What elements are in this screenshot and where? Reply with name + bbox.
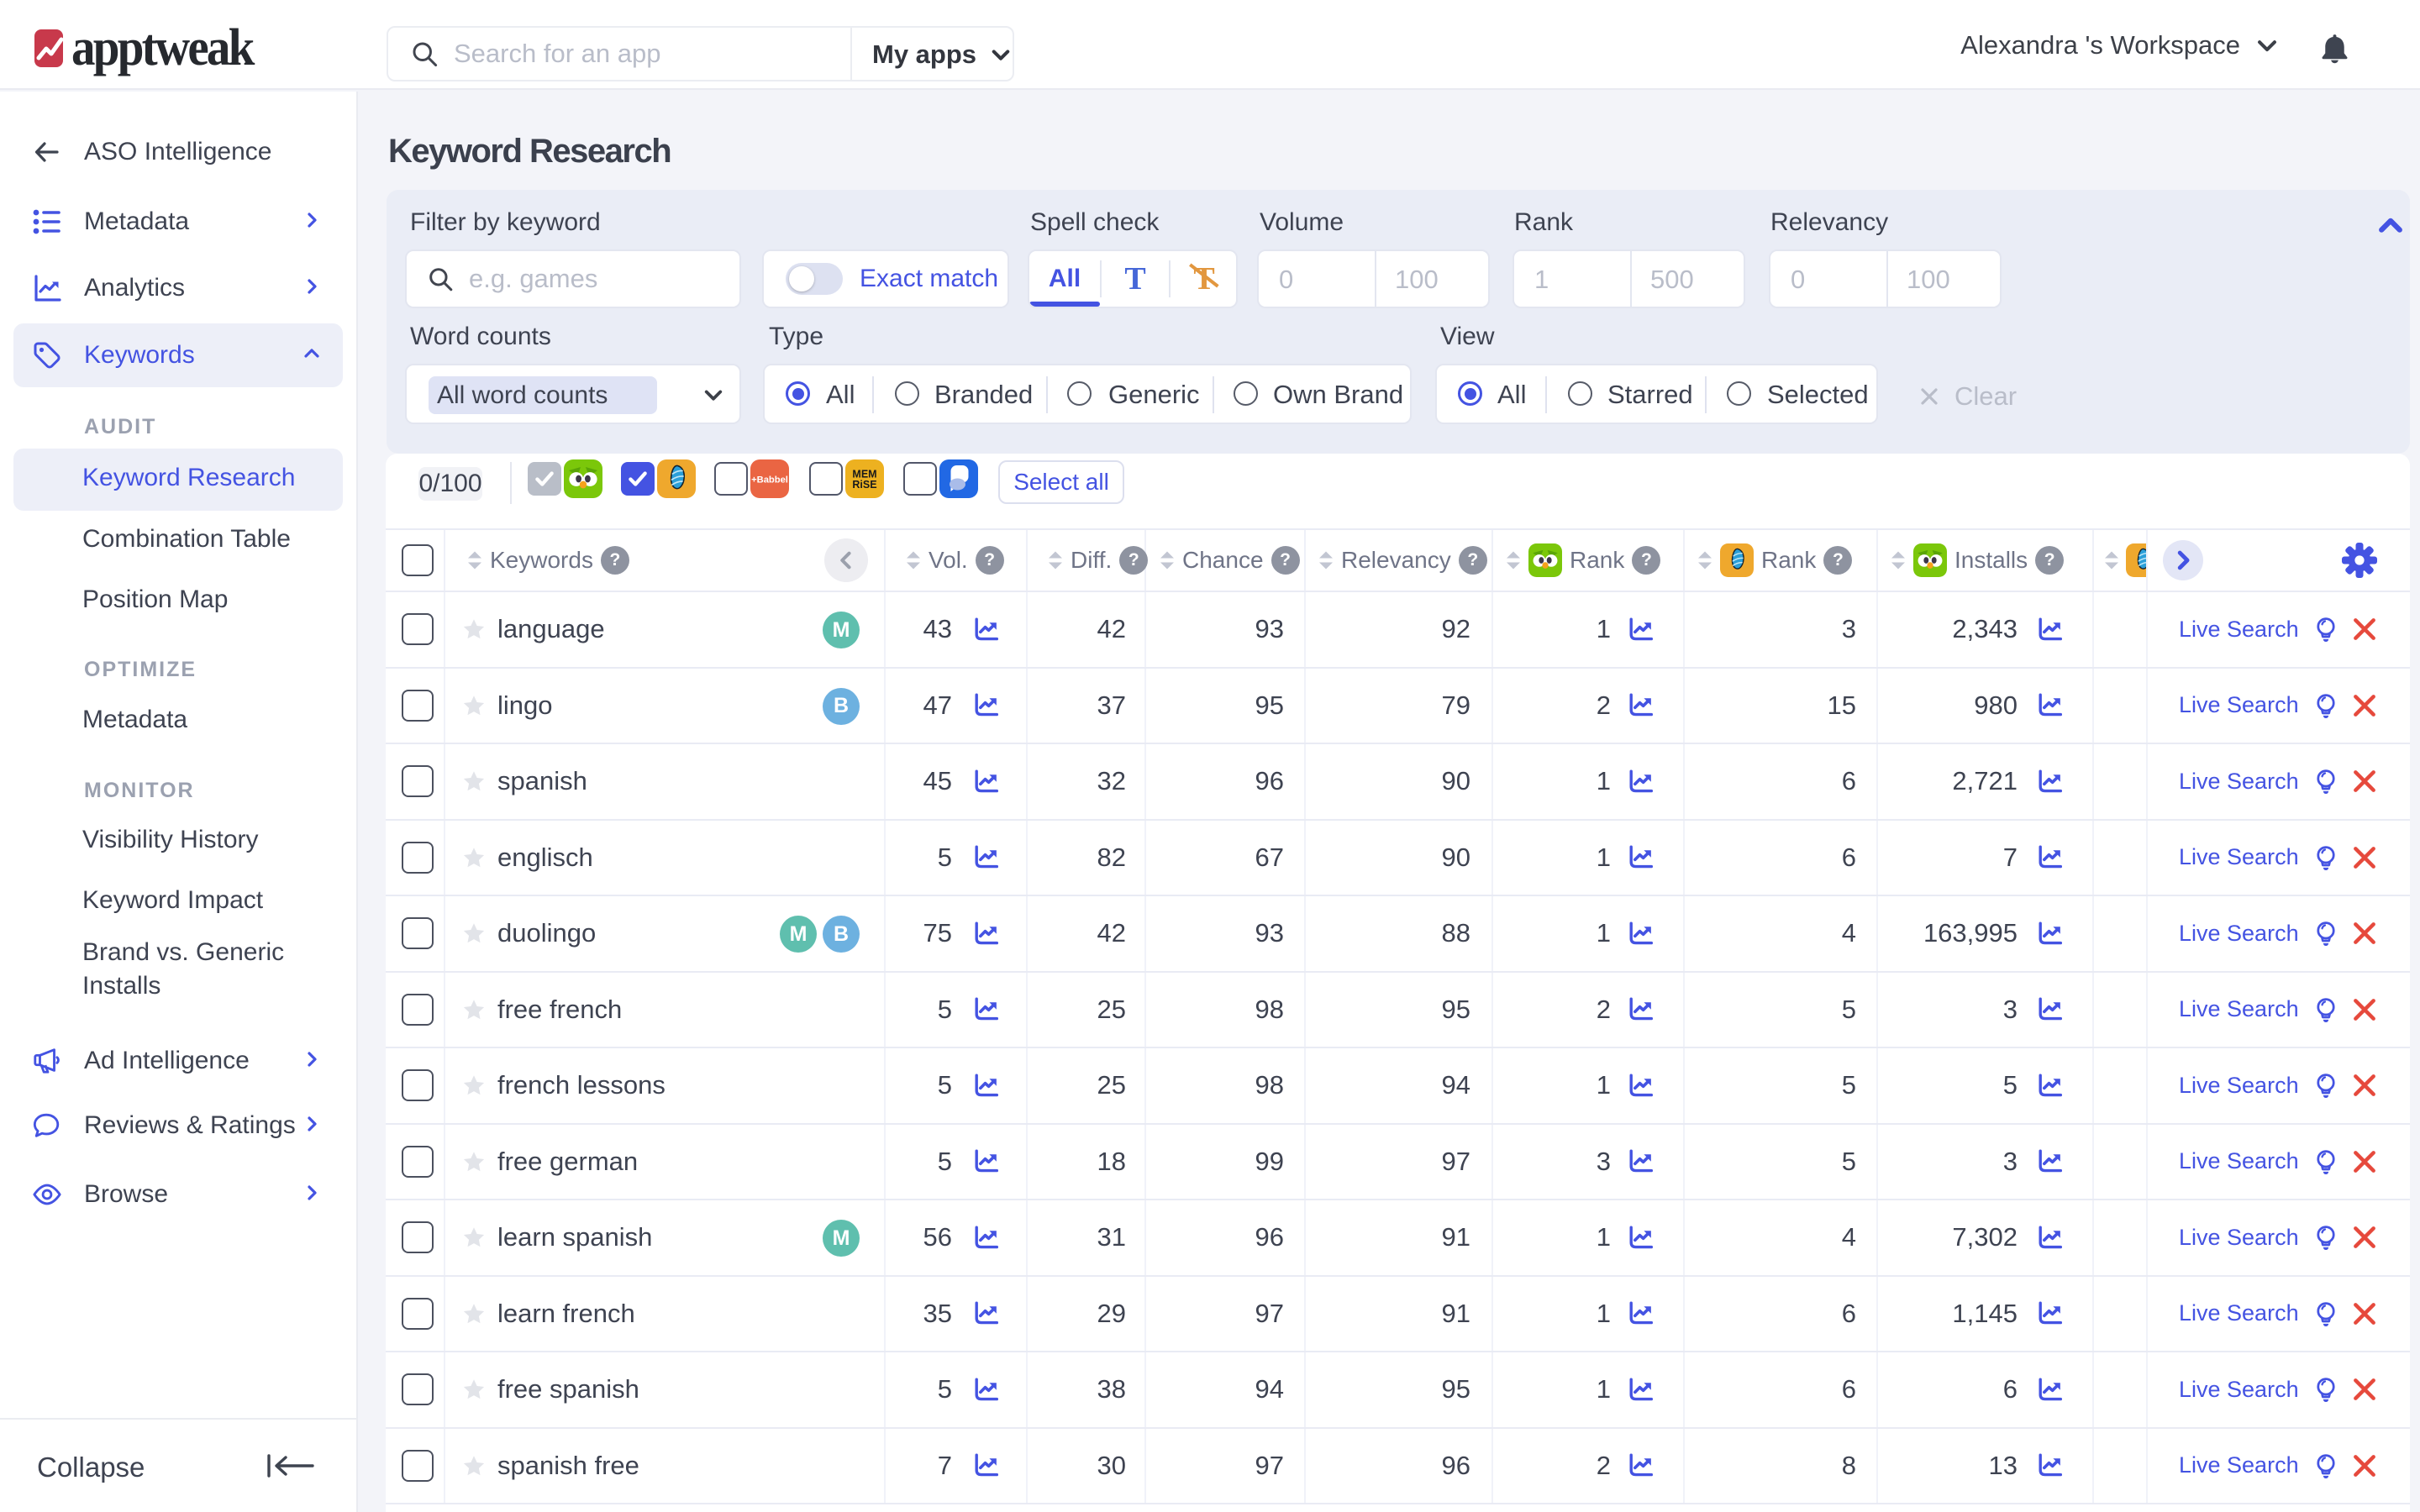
svg-text:+Babbel: +Babbel bbox=[751, 475, 788, 486]
svg-text:RiSE: RiSE bbox=[852, 479, 876, 491]
